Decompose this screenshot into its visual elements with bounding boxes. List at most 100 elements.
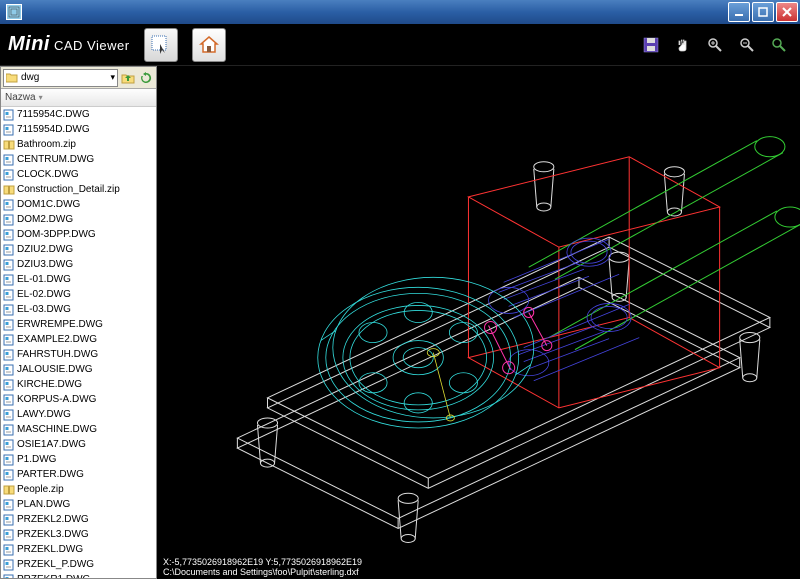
file-item[interactable]: People.zip [1,482,156,497]
file-name: PRZEKL.DWG [17,544,83,555]
file-name: DZIU2.DWG [17,244,73,255]
save-icon[interactable] [642,36,660,54]
file-name: MASCHINE.DWG [17,424,97,435]
file-item[interactable]: OSIE1A7.DWG [1,437,156,452]
file-item[interactable]: PRZEKL2.DWG [1,512,156,527]
dwg-icon [3,334,15,346]
file-item[interactable]: DOM-3DPP.DWG [1,227,156,242]
dwg-icon [3,289,15,301]
status-bar: X:-5,7735026918962E19 Y:5,7735026918962E… [157,555,800,579]
file-item[interactable]: KIRCHE.DWG [1,377,156,392]
file-item[interactable]: EL-02.DWG [1,287,156,302]
titlebar [0,0,800,24]
file-item[interactable]: 7115954D.DWG [1,122,156,137]
file-item[interactable]: CLOCK.DWG [1,167,156,182]
file-item[interactable]: ERWREMPE.DWG [1,317,156,332]
file-list[interactable]: 7115954C.DWG 7115954D.DWG Bathroom.zip CENT… [1,107,156,578]
file-item[interactable]: FAHRSTUH.DWG [1,347,156,362]
zoom-in-icon[interactable] [706,36,724,54]
file-name: KORPUS-A.DWG [17,394,96,405]
file-name: DZIU3.DWG [17,259,73,270]
maximize-button[interactable] [752,2,774,22]
refresh-icon[interactable] [138,70,154,86]
zip-icon [3,139,15,151]
file-name: OSIE1A7.DWG [17,439,86,450]
folder-bar: dwg ▾ [1,67,156,89]
file-item[interactable]: Construction_Detail.zip [1,182,156,197]
file-name: CLOCK.DWG [17,169,79,180]
file-item[interactable]: EL-01.DWG [1,272,156,287]
list-header-name[interactable]: Nazwa▾ [1,89,156,107]
file-name: DOM2.DWG [17,214,73,225]
zoom-window-icon[interactable] [770,36,788,54]
file-item[interactable]: P1.DWG [1,452,156,467]
dwg-icon [3,274,15,286]
file-item[interactable]: LAWY.DWG [1,407,156,422]
dwg-icon [3,109,15,121]
dwg-icon [3,214,15,226]
cad-canvas[interactable]: X:-5,7735026918962E19 Y:5,7735026918962E… [157,66,800,579]
app-logo: MiniCAD Viewer [8,33,130,56]
file-name: DOM1C.DWG [17,199,80,210]
file-item[interactable]: JALOUSIE.DWG [1,362,156,377]
file-name: Construction_Detail.zip [17,184,120,195]
folder-dropdown[interactable]: dwg ▾ [3,69,118,87]
minimize-button[interactable] [728,2,750,22]
file-sidebar: dwg ▾ Nazwa▾ 7115954C.DWG 7115954D.DWG Bat… [0,66,157,579]
file-item[interactable]: PRZEKL3.DWG [1,527,156,542]
dwg-icon [3,469,15,481]
app-icon [6,4,22,20]
file-item[interactable]: DOM2.DWG [1,212,156,227]
zip-icon [3,484,15,496]
file-item[interactable]: MASCHINE.DWG [1,422,156,437]
file-name: CENTRUM.DWG [17,154,94,165]
file-item[interactable]: PARTER.DWG [1,467,156,482]
file-item[interactable]: PRZEKR1.DWG [1,572,156,578]
file-item[interactable]: EXAMPLE2.DWG [1,332,156,347]
file-item[interactable]: PRZEKL.DWG [1,542,156,557]
dwg-icon [3,454,15,466]
dwg-icon [3,169,15,181]
file-name: EL-01.DWG [17,274,71,285]
dwg-icon [3,229,15,241]
dwg-icon [3,514,15,526]
file-item[interactable]: DZIU3.DWG [1,257,156,272]
file-name: FAHRSTUH.DWG [17,349,98,360]
dwg-icon [3,439,15,451]
file-name: PRZEKL_P.DWG [17,559,94,570]
select-tool-button[interactable] [144,28,178,62]
file-name: DOM-3DPP.DWG [17,229,96,240]
file-item[interactable]: Bathroom.zip [1,137,156,152]
pan-hand-icon[interactable] [674,36,692,54]
dwg-icon [3,199,15,211]
file-name: 7115954C.DWG [17,109,90,120]
file-name: KIRCHE.DWG [17,379,82,390]
file-name: JALOUSIE.DWG [17,364,93,375]
file-name: PRZEKR1.DWG [17,574,90,578]
file-item[interactable]: EL-03.DWG [1,302,156,317]
file-item[interactable]: DZIU2.DWG [1,242,156,257]
dwg-icon [3,319,15,331]
folder-up-icon[interactable] [120,70,136,86]
close-button[interactable] [776,2,798,22]
filepath-readout: C:\Documents and Settings\foo\Pulpit\ste… [163,567,794,577]
file-name: ERWREMPE.DWG [17,319,103,330]
file-item[interactable]: KORPUS-A.DWG [1,392,156,407]
file-item[interactable]: DOM1C.DWG [1,197,156,212]
dwg-icon [3,394,15,406]
file-name: 7115954D.DWG [17,124,90,135]
file-item[interactable]: 7115954C.DWG [1,107,156,122]
file-item[interactable]: PLAN.DWG [1,497,156,512]
dwg-icon [3,124,15,136]
zoom-out-icon[interactable] [738,36,756,54]
dwg-icon [3,499,15,511]
file-item[interactable]: CENTRUM.DWG [1,152,156,167]
dwg-icon [3,379,15,391]
home-button[interactable] [192,28,226,62]
file-name: PARTER.DWG [17,469,84,480]
zip-icon [3,184,15,196]
file-item[interactable]: PRZEKL_P.DWG [1,557,156,572]
dwg-icon [3,544,15,556]
file-name: LAWY.DWG [17,409,71,420]
dwg-icon [3,349,15,361]
